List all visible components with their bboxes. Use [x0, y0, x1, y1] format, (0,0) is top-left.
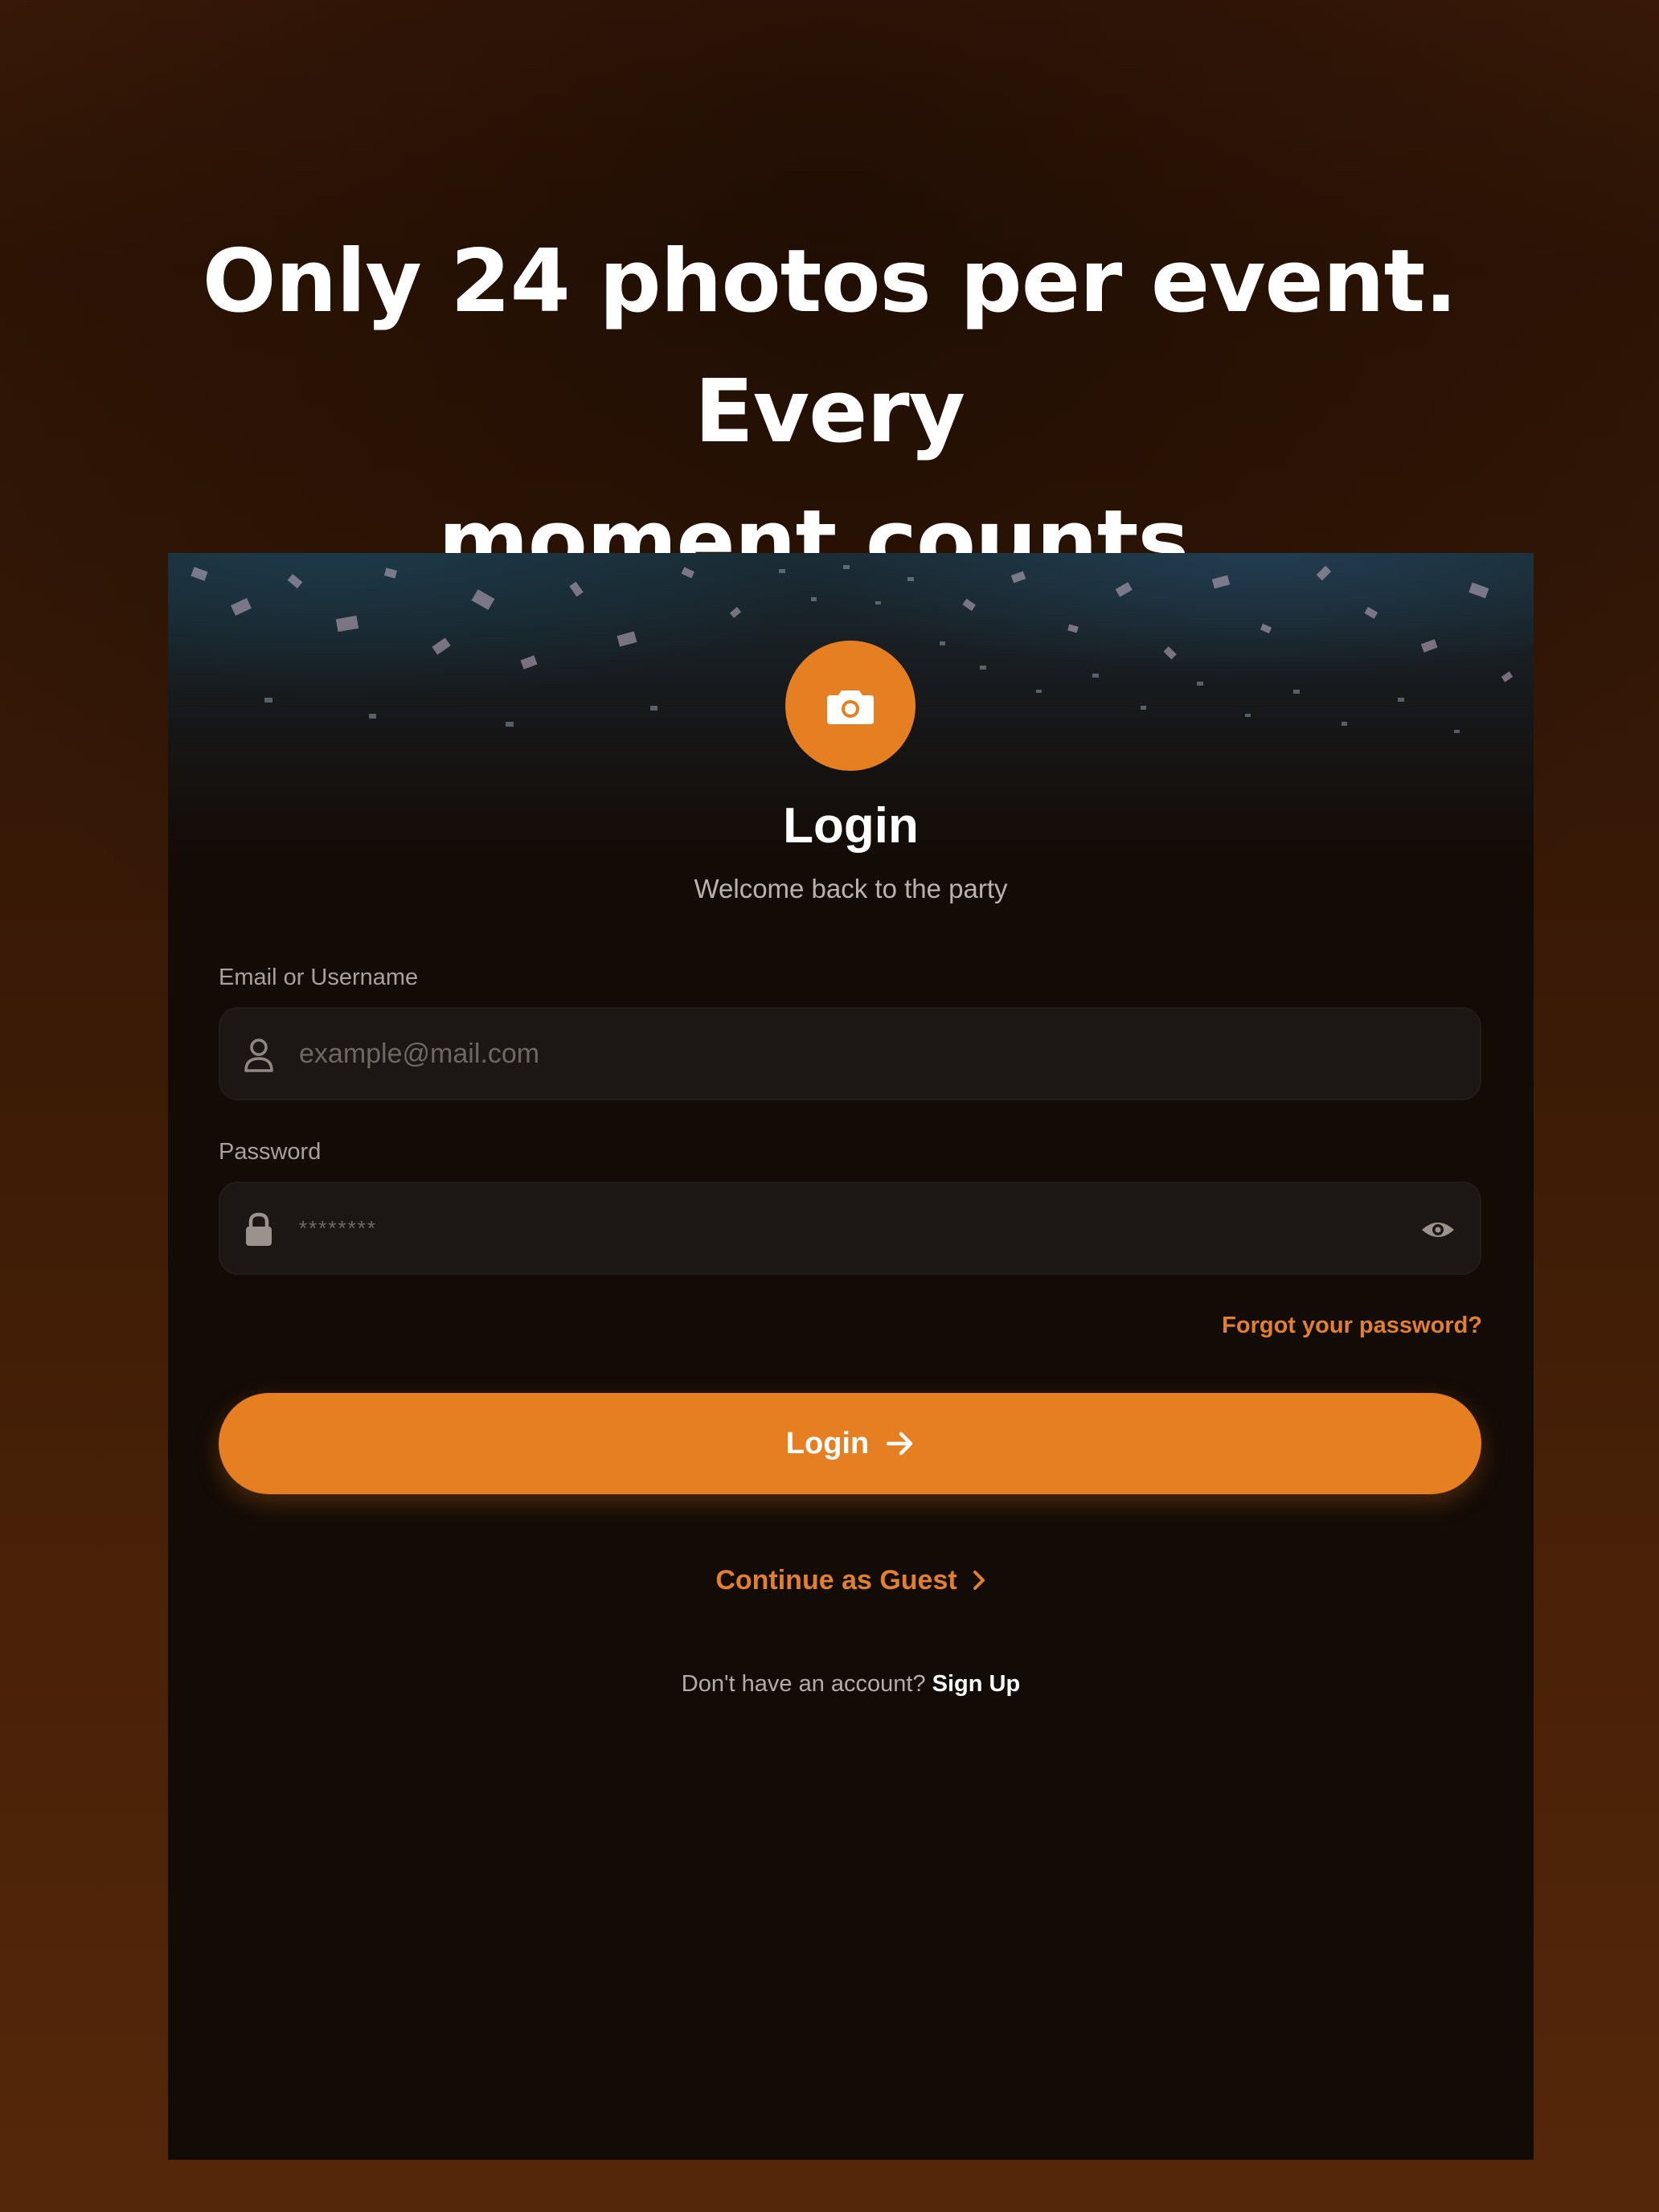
camera-icon [827, 690, 874, 724]
password-field[interactable]: ******** [219, 1182, 1481, 1275]
continue-as-guest-link[interactable]: Continue as Guest [168, 1563, 1534, 1597]
email-placeholder: example@mail.com [299, 1038, 540, 1069]
login-button[interactable]: Login [219, 1393, 1481, 1494]
promo-headline: Only 24 photos per event. Every moment c… [80, 217, 1579, 608]
email-field[interactable]: example@mail.com [219, 1007, 1481, 1100]
login-button-label: Login [785, 1426, 870, 1460]
login-screen: Login Welcome back to the party Email or… [168, 553, 1534, 2160]
eye-icon[interactable] [1420, 1214, 1456, 1246]
password-placeholder: ******** [299, 1216, 377, 1240]
email-label: Email or Username [219, 965, 419, 990]
user-icon [243, 1038, 275, 1073]
signup-question: Don't have an account? [681, 1671, 926, 1697]
signup-prompt: Don't have an account? Sign Up [168, 1669, 1534, 1698]
promo-headline-line1: Only 24 photos per event. Every [202, 231, 1458, 462]
lock-icon [243, 1212, 275, 1247]
login-title: Login [783, 798, 919, 854]
login-subtitle: Welcome back to the party [694, 874, 1008, 903]
arrow-right-icon [887, 1432, 913, 1456]
camera-logo [785, 641, 916, 771]
password-label: Password [219, 1139, 322, 1165]
chevron-right-icon [973, 1571, 985, 1590]
sign-up-link[interactable]: Sign Up [932, 1671, 1021, 1697]
guest-link-label: Continue as Guest [715, 1565, 957, 1596]
forgot-password-link[interactable]: Forgot your password? [1222, 1311, 1482, 1340]
